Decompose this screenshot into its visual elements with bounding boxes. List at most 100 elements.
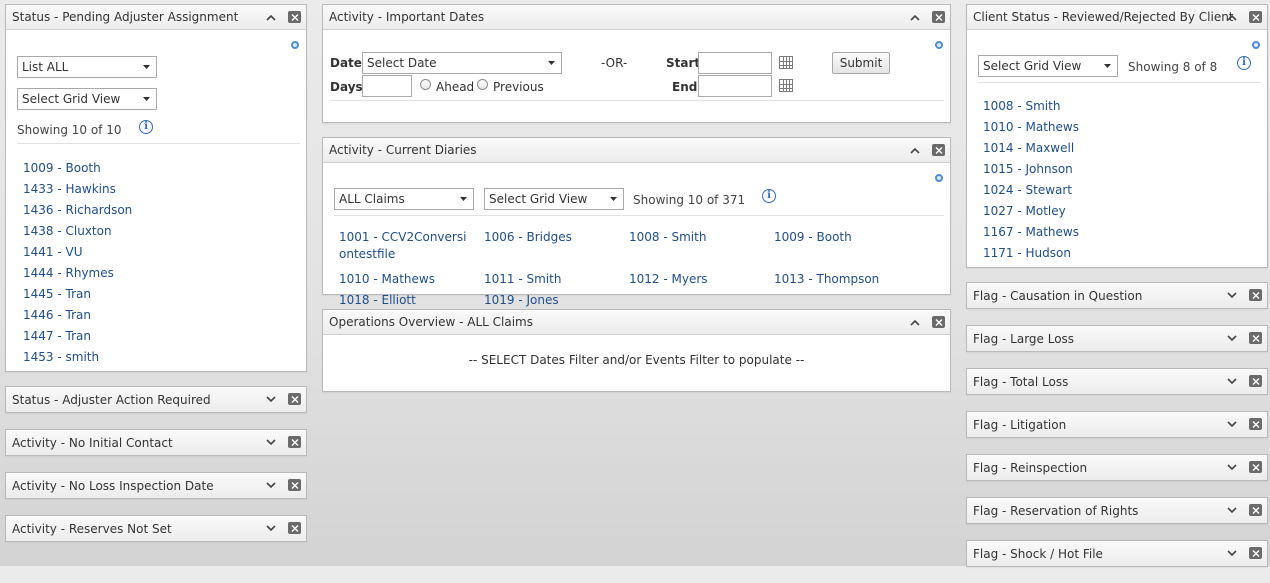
date-select[interactable]: Select Date	[362, 52, 562, 74]
close-icon[interactable]	[288, 393, 301, 405]
close-icon[interactable]	[932, 11, 945, 23]
list-item[interactable]: 1010 - Mathews	[983, 117, 1079, 138]
close-icon[interactable]	[288, 11, 301, 23]
panel-header[interactable]: Activity - Reserves Not Set	[6, 516, 306, 541]
panel-header[interactable]: Activity - No Initial Contact	[6, 430, 306, 455]
list-item[interactable]: 1446 - Tran	[23, 305, 132, 326]
chevron-down-icon[interactable]	[264, 478, 278, 492]
ahead-radio[interactable]	[420, 79, 431, 90]
grid-view-select[interactable]: Select Grid View	[484, 188, 624, 210]
previous-radio[interactable]	[477, 79, 488, 90]
close-icon[interactable]	[1249, 11, 1262, 23]
calendar-icon[interactable]	[779, 79, 793, 92]
claims-grid: 1001 - CCV2Conversiontestfile 1006 - Brid…	[339, 229, 939, 307]
chevron-down-icon[interactable]	[1225, 374, 1239, 388]
list-item[interactable]: 1019 - Jones	[484, 292, 559, 309]
list-item[interactable]: 1171 - Hudson	[983, 243, 1079, 264]
close-icon[interactable]	[1249, 375, 1262, 387]
info-icon[interactable]: i	[139, 120, 153, 134]
chevron-down-icon[interactable]	[1225, 331, 1239, 345]
list-item[interactable]: 1014 - Maxwell	[983, 138, 1079, 159]
panel-current-diaries: Activity - Current Diaries ALL Claims Se…	[322, 137, 951, 307]
list-item[interactable]: 1436 - Richardson	[23, 200, 132, 221]
panel-header[interactable]: Flag - Causation in Question	[967, 283, 1267, 308]
collapsed-panel: Activity - No Loss Inspection Date	[5, 472, 307, 499]
list-item[interactable]: 1167 - Mathews	[983, 222, 1079, 243]
panel-header[interactable]: Activity - No Loss Inspection Date	[6, 473, 306, 498]
close-icon[interactable]	[1249, 418, 1262, 430]
close-icon[interactable]	[1249, 504, 1262, 516]
chevron-down-icon[interactable]	[1225, 503, 1239, 517]
grid-view-select[interactable]: Select Grid View	[978, 55, 1118, 77]
chevron-up-icon[interactable]	[908, 315, 922, 329]
gear-icon[interactable]	[935, 41, 943, 49]
start-date-input[interactable]	[698, 52, 772, 74]
close-icon[interactable]	[1249, 289, 1262, 301]
list-item[interactable]: 1018 - Elliott	[339, 292, 416, 309]
chevron-down-icon[interactable]	[264, 435, 278, 449]
list-item[interactable]: 1445 - Tran	[23, 284, 132, 305]
chevron-up-icon[interactable]	[264, 10, 278, 24]
panel-header[interactable]: Flag - Litigation	[967, 412, 1267, 437]
claims-filter-select[interactable]: ALL Claims	[334, 188, 474, 210]
chevron-up-icon[interactable]	[908, 10, 922, 24]
close-icon[interactable]	[288, 479, 301, 491]
list-item[interactable]: 1008 - Smith	[983, 96, 1079, 117]
panel-header[interactable]: Flag - Reservation of Rights	[967, 498, 1267, 523]
list-item[interactable]: 1444 - Rhymes	[23, 263, 132, 284]
list-item[interactable]: 1438 - Cluxton	[23, 221, 132, 242]
panel-header: Client Status - Reviewed/Rejected By Cli…	[967, 5, 1267, 30]
chevron-up-icon[interactable]	[1225, 10, 1239, 24]
info-icon[interactable]: i	[1237, 56, 1251, 70]
list-item[interactable]: 1027 - Motley	[983, 201, 1079, 222]
close-icon[interactable]	[932, 316, 945, 328]
chevron-down-icon[interactable]	[1225, 546, 1239, 560]
list-item[interactable]: 1013 - Thompson	[774, 271, 879, 288]
panel-header[interactable]: Flag - Shock / Hot File	[967, 541, 1267, 566]
list-item[interactable]: 1001 - CCV2Conversiontestfile	[339, 229, 469, 263]
panel-header[interactable]: Flag - Large Loss	[967, 326, 1267, 351]
close-icon[interactable]	[932, 144, 945, 156]
select-value: Select Grid View	[983, 59, 1082, 73]
list-item[interactable]: 1009 - Booth	[774, 229, 852, 246]
chevron-down-icon[interactable]	[1225, 417, 1239, 431]
list-item[interactable]: 1433 - Hawkins	[23, 179, 132, 200]
list-item[interactable]: 1011 - Smith	[484, 271, 561, 288]
info-icon[interactable]: i	[762, 189, 776, 203]
chevron-up-icon[interactable]	[908, 143, 922, 157]
chevron-down-icon[interactable]	[1225, 460, 1239, 474]
chevron-down-icon[interactable]	[264, 392, 278, 406]
list-item[interactable]: 1447 - Tran	[23, 326, 132, 347]
panel-header[interactable]: Flag - Reinspection	[967, 455, 1267, 480]
close-icon[interactable]	[288, 436, 301, 448]
close-icon[interactable]	[1249, 547, 1262, 559]
close-icon[interactable]	[1249, 332, 1262, 344]
list-item[interactable]: 1009 - Booth	[23, 158, 132, 179]
grid-view-select[interactable]: Select Grid View	[17, 88, 157, 110]
list-item[interactable]: 1453 - smith	[23, 347, 132, 368]
list-item[interactable]: 1024 - Stewart	[983, 180, 1079, 201]
gear-icon[interactable]	[291, 41, 299, 49]
chevron-down-icon[interactable]	[264, 521, 278, 535]
gear-icon[interactable]	[935, 174, 943, 182]
panel-title: Status - Adjuster Action Required	[12, 392, 211, 407]
list-filter-select[interactable]: List ALL	[17, 56, 157, 78]
panel-header[interactable]: Flag - Total Loss	[967, 369, 1267, 394]
close-icon[interactable]	[1249, 461, 1262, 473]
list-item[interactable]: 1006 - Bridges	[484, 229, 572, 246]
gear-icon[interactable]	[1252, 41, 1260, 49]
calendar-icon[interactable]	[779, 56, 793, 69]
days-input[interactable]	[362, 75, 412, 97]
submit-button[interactable]: Submit	[832, 52, 890, 74]
close-icon[interactable]	[288, 522, 301, 534]
list-item[interactable]: 1010 - Mathews	[339, 271, 435, 288]
panel-pending-adjuster-assignment: Status - Pending Adjuster Assignment Lis…	[5, 4, 307, 372]
chevron-down-icon[interactable]	[1225, 288, 1239, 302]
end-date-input[interactable]	[698, 75, 772, 97]
list-item[interactable]: 1441 - VU	[23, 242, 132, 263]
list-item[interactable]: 1012 - Myers	[629, 271, 708, 288]
list-item[interactable]: 1008 - Smith	[629, 229, 706, 246]
collapsed-panel: Flag - Reservation of Rights	[966, 497, 1268, 524]
panel-header[interactable]: Status - Adjuster Action Required	[6, 387, 306, 412]
list-item[interactable]: 1015 - Johnson	[983, 159, 1079, 180]
